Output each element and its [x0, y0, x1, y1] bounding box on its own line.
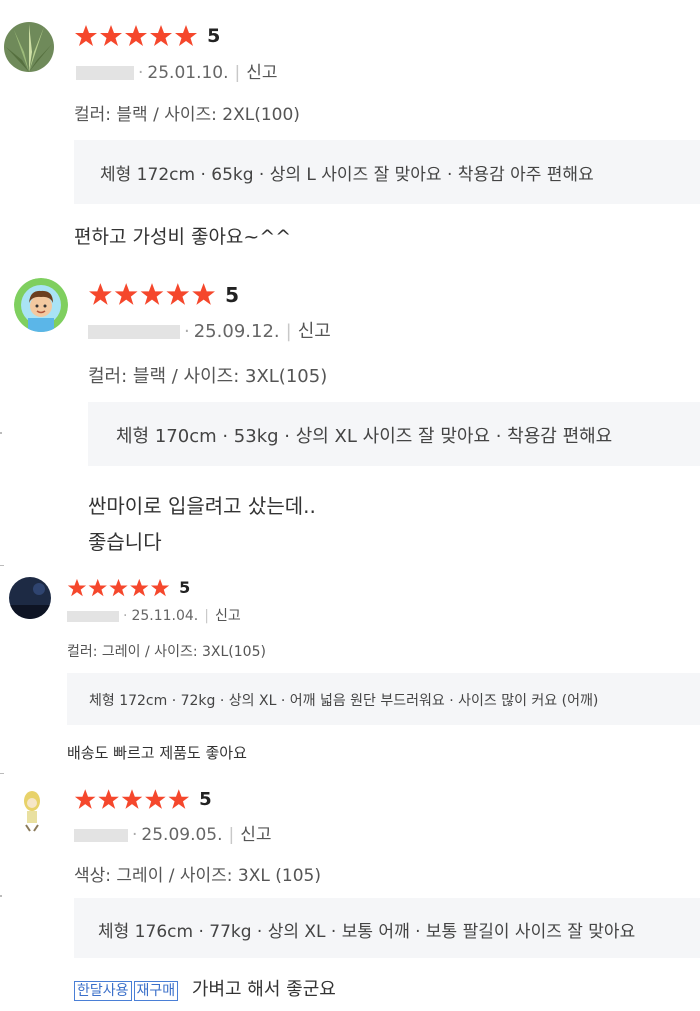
five-stars-icon: [67, 578, 170, 596]
rating-stars: 5: [88, 282, 239, 307]
review-item: 5 · 25.09.05. | 신고 색상: 그레이 / 사이즈: 3XL (105)…: [0, 775, 700, 1011]
reviewer-avatar[interactable]: [14, 278, 68, 332]
left-edge-mark: [0, 895, 2, 897]
review-meta: · 25.11.04. | 신고: [67, 605, 241, 625]
body-info-text: 체형 176cm · 77kg · 상의 XL · 보통 어깨 · 보통 팔길이…: [98, 922, 636, 942]
body-info-box: 체형 170cm · 53kg · 상의 XL 사이즈 잘 맞아요 · 착용감 …: [88, 402, 700, 466]
rating-score: 5: [207, 25, 221, 47]
body-info-box: 체형 176cm · 77kg · 상의 XL · 보통 어깨 · 보통 팔길이…: [74, 898, 700, 958]
review-meta: · 25.09.05. | 신고: [74, 820, 272, 845]
body-info-text: 체형 172cm · 72kg · 상의 XL · 어깨 넓음 원단 부드러워요…: [89, 693, 599, 709]
five-stars-icon: [75, 25, 197, 46]
review-text-line: 한달사용 재구매 가벼고 해서 좋군요: [74, 975, 336, 1001]
report-link[interactable]: 신고: [298, 321, 331, 342]
left-edge-mark: [0, 773, 4, 774]
review-item: 5 · 25.11.04. | 신고 컬러: 그레이 / 사이즈: 3XL(105) …: [0, 565, 700, 775]
review-text-line: 편하고 가성비 좋아요~^^: [74, 226, 292, 248]
cartoon-figure-avatar-image: [8, 785, 56, 833]
purchase-option: 컬러: 블랙 / 사이즈: 2XL(100): [74, 105, 300, 125]
rating-stars: 5: [67, 577, 190, 598]
reviewer-name-blurred: [76, 66, 134, 80]
review-text: 가벼고 해서 좋군요: [191, 979, 336, 1000]
left-edge-mark: [0, 565, 4, 566]
five-stars-icon: [74, 789, 190, 809]
review-date: 25.01.10.: [147, 63, 229, 83]
rating-score: 5: [199, 789, 212, 810]
left-edge-mark: [0, 432, 2, 434]
body-info-box: 체형 172cm · 72kg · 상의 XL · 어깨 넓음 원단 부드러워요…: [67, 673, 700, 725]
review-date: 25.11.04.: [131, 608, 199, 624]
plant-avatar-image: [4, 22, 54, 72]
review-meta: · 25.09.12. | 신고: [88, 317, 331, 343]
review-date: 25.09.05.: [141, 825, 223, 845]
reviewer-avatar[interactable]: [8, 785, 56, 833]
review-meta: · 25.01.10. | 신고: [76, 58, 278, 83]
review-text-line: 좋습니다: [88, 530, 162, 554]
review-item: 5 · 25.09.12. | 신고 컬러: 블랙 / 사이즈: 3XL(105) 체…: [0, 260, 700, 560]
reviewer-name-blurred: [67, 610, 119, 622]
report-link[interactable]: 신고: [246, 63, 277, 83]
report-link[interactable]: 신고: [240, 825, 271, 845]
reviewer-name-blurred: [74, 828, 128, 842]
rating-score: 5: [225, 282, 240, 307]
rating-stars: 5: [74, 788, 212, 811]
purchase-option: 컬러: 그레이 / 사이즈: 3XL(105): [67, 644, 266, 660]
rating-score: 5: [179, 578, 191, 597]
rating-stars: 5: [74, 24, 220, 48]
reviewer-name-blurred: [88, 325, 180, 339]
body-info-text: 체형 170cm · 53kg · 상의 XL 사이즈 잘 맞아요 · 착용감 …: [116, 426, 613, 447]
review-tag: 한달사용: [74, 981, 132, 1001]
cartoon-man-avatar-image: [14, 278, 68, 332]
review-tag: 재구매: [133, 981, 179, 1001]
purchase-option: 색상: 그레이 / 사이즈: 3XL (105): [74, 866, 321, 886]
review-item: 5 · 25.01.10. | 신고 컬러: 블랙 / 사이즈: 2XL(100) 체…: [0, 0, 700, 260]
reviewer-avatar[interactable]: [9, 577, 51, 619]
review-text-line: 싼마이로 입을려고 샀는데..: [88, 494, 316, 518]
report-link[interactable]: 신고: [215, 608, 241, 624]
five-stars-icon: [89, 283, 215, 305]
night-sky-avatar-image: [9, 577, 51, 619]
body-info-box: 체형 172cm · 65kg · 상의 L 사이즈 잘 맞아요 · 착용감 아…: [74, 140, 700, 204]
reviewer-avatar[interactable]: [4, 22, 54, 72]
review-text-line: 배송도 빠르고 제품도 좋아요: [67, 744, 247, 762]
body-info-text: 체형 172cm · 65kg · 상의 L 사이즈 잘 맞아요 · 착용감 아…: [100, 165, 594, 185]
purchase-option: 컬러: 블랙 / 사이즈: 3XL(105): [88, 366, 328, 387]
review-date: 25.09.12.: [193, 321, 280, 342]
